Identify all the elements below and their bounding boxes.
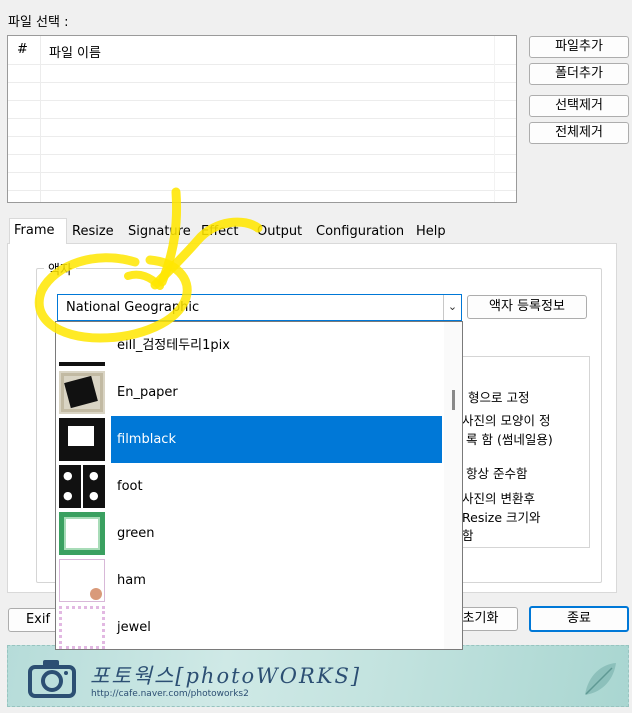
dropdown-item[interactable]: jewel xyxy=(56,604,444,649)
dropdown-item[interactable]: ham xyxy=(56,557,444,604)
dropdown-item-label: foot xyxy=(117,479,143,494)
dropdown-item-label: ham xyxy=(117,573,146,588)
tab-effect[interactable]: Effect xyxy=(197,220,242,243)
option-text: 사진의 변환후 xyxy=(462,491,535,506)
remove-selected-button[interactable]: 선택제거 xyxy=(529,95,629,117)
file-section-label: 파일 선택 : xyxy=(8,15,69,30)
banner-url[interactable]: http://cafe.naver.com/photoworks2 xyxy=(91,689,249,699)
tab-signature[interactable]: Signature xyxy=(124,220,195,243)
exit-button[interactable]: 종료 xyxy=(529,606,629,632)
remove-all-button[interactable]: 전체제거 xyxy=(529,122,629,144)
tab-output[interactable]: Output xyxy=(253,220,306,243)
black-line-frame-thumb xyxy=(59,324,105,367)
dropdown-scrollbar[interactable] xyxy=(444,322,462,649)
leaf-icon xyxy=(585,663,616,695)
photoworks-banner[interactable]: 포토웍스[photoWORKS] http://cafe.naver.com/p… xyxy=(7,645,629,707)
paw-print-frame-thumb: ● ● ● ● xyxy=(59,465,105,508)
camera-icon xyxy=(28,660,76,698)
option-text: 사진의 모양이 정 xyxy=(462,413,551,428)
frame-select[interactable]: National Geographic ⌄ xyxy=(57,294,462,321)
file-list[interactable]: # 파일 이름 xyxy=(7,35,517,203)
option-text: 함 xyxy=(462,528,474,543)
tab-resize[interactable]: Resize xyxy=(68,220,118,243)
dropdown-item[interactable]: En_paper xyxy=(56,369,444,416)
tab-configuration[interactable]: Configuration xyxy=(312,220,408,243)
dropdown-item[interactable]: filmblack xyxy=(56,416,444,463)
jewel-frame-thumb xyxy=(59,606,105,649)
tab-frame[interactable]: Frame xyxy=(9,218,67,244)
add-file-button[interactable]: 파일추가 xyxy=(529,36,629,58)
ham-frame-thumb xyxy=(59,559,105,602)
frame-dropdown-list[interactable]: eill_검정테두리1pix En_paper filmblack ● ● ● … xyxy=(55,321,463,650)
column-header-index[interactable]: # xyxy=(17,42,28,57)
frame-group-label: 액자 xyxy=(44,259,76,278)
add-folder-button[interactable]: 폴더추가 xyxy=(529,63,629,85)
dropdown-item-label: eill_검정테두리1pix xyxy=(117,338,230,353)
frame-register-info-button[interactable]: 액자 등록정보 xyxy=(467,295,587,319)
paper-frame-thumb xyxy=(59,371,105,414)
chevron-down-icon[interactable]: ⌄ xyxy=(443,295,461,320)
scrollbar-thumb[interactable] xyxy=(452,390,455,410)
tab-help[interactable]: Help xyxy=(412,220,450,243)
dropdown-item-label: green xyxy=(117,526,155,541)
column-header-filename[interactable]: 파일 이름 xyxy=(49,42,101,61)
banner-title: 포토웍스[photoWORKS] xyxy=(90,664,362,688)
option-text: 형으로 고정 xyxy=(468,390,530,405)
dropdown-item-label: En_paper xyxy=(117,385,178,400)
frame-select-value: National Geographic xyxy=(66,300,200,315)
dropdown-item-label: jewel xyxy=(117,620,151,635)
dropdown-item[interactable]: eill_검정테두리1pix xyxy=(56,322,444,369)
film-black-frame-thumb xyxy=(59,418,105,461)
dropdown-item[interactable]: ● ● ● ● foot xyxy=(56,463,444,510)
option-text: 록 함 (썸네일용) xyxy=(466,432,553,447)
green-frame-thumb xyxy=(59,512,105,555)
dropdown-item-label: filmblack xyxy=(111,416,442,463)
option-text: Resize 크기와 xyxy=(462,510,541,525)
dropdown-item[interactable]: green xyxy=(56,510,444,557)
option-text: 항상 준수함 xyxy=(466,466,528,481)
